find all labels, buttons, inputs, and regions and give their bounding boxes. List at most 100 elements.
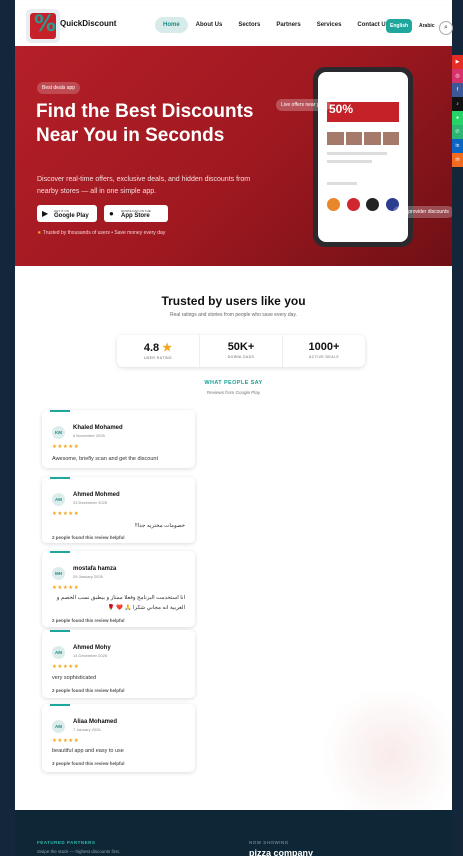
reviewer-name: Ahmed Mohmed	[73, 492, 120, 498]
reviewer-name: Ahmed Mohy	[73, 645, 111, 651]
email-icon[interactable]: ✉	[452, 153, 463, 167]
nav-services[interactable]: Services	[309, 17, 350, 33]
review-date: 23 December 2025	[73, 500, 108, 505]
review-card: MH mostafa hamza 29 January 2026 ★★★★★ ا…	[42, 551, 195, 627]
apple-icon: ●	[109, 209, 114, 218]
reviewer-name: Khaled Mohamed	[73, 425, 123, 431]
what-people-say: WHAT PEOPLE SAY	[204, 380, 263, 386]
stat-deals-value: 1000+	[308, 341, 340, 353]
live-offers-bubble: Live offers near you	[276, 99, 330, 111]
reviewer-name: Aliaa Mohamed	[73, 719, 118, 725]
review-helpful: 3 people found this review helpful	[52, 761, 125, 766]
app-store-label: App Store	[121, 212, 150, 219]
reviewer-name: mostafa hamza	[73, 566, 117, 572]
featured-partners-label: FEATURED PARTNERS	[37, 840, 96, 845]
review-stars: ★★★★★	[52, 444, 80, 450]
review-text: خصومات مختريه جدا!!	[134, 523, 185, 529]
whatsapp-icon[interactable]: ●	[452, 111, 463, 125]
instagram-icon[interactable]: ◎	[452, 69, 463, 83]
review-text: very sophisticated	[52, 675, 97, 681]
lang-arabic-button[interactable]: Arabic	[415, 19, 439, 33]
review-text: beautiful app and easy to use	[52, 748, 124, 754]
review-stars: ★★★★★	[52, 738, 80, 744]
trust-subtitle: Real ratings and stories from people who…	[170, 312, 297, 318]
stat-downloads-label: DOWNLOADS	[227, 355, 255, 359]
google-play-label: Google Play	[54, 212, 89, 219]
review-card: AM Aliaa Mohamed 7 January 2026 ★★★★★ be…	[42, 704, 195, 772]
phone-banner: 50%	[327, 102, 399, 122]
star-icon: ★	[37, 230, 42, 236]
stat-rating-label: USER RATING	[143, 356, 173, 360]
google-play-button[interactable]: ▶ GET IT ON Google Play	[37, 205, 97, 222]
phone-mockup: 50%	[313, 67, 413, 247]
phone-line	[327, 182, 357, 185]
brand-name[interactable]: QuickDiscount	[60, 19, 116, 28]
stat-downloads-value: 50K+	[227, 341, 255, 353]
phone-line	[327, 160, 372, 163]
hero-badge: Best deals app	[37, 82, 81, 94]
avatar: AM	[52, 493, 65, 506]
hero-trust-line: ★ Trusted by thousands of users • Save m…	[37, 230, 165, 236]
review-helpful: 2 people found this review helpful	[52, 688, 125, 693]
nav-about[interactable]: About Us	[188, 17, 231, 33]
stat-rating-value: 4.8	[143, 342, 160, 354]
app-store-button[interactable]: ● DOWNLOAD ON THE App Store	[104, 205, 168, 222]
phone-logos	[327, 198, 399, 211]
linkedin-icon[interactable]: in	[452, 139, 463, 153]
search-button[interactable]: ⌕	[439, 21, 453, 35]
brand-logo[interactable]: %	[26, 9, 60, 43]
review-card: AM Ahmed Mohmed 23 December 2025 ★★★★★ خ…	[42, 477, 195, 543]
avatar: KM	[52, 426, 65, 439]
stat-downloads: 50K+ DOWNLOADS	[200, 335, 283, 367]
star-icon: ★	[162, 342, 173, 354]
partner-name: pizza company	[249, 848, 314, 856]
nav-partners[interactable]: Partners	[268, 17, 308, 33]
review-text: انا استخدمت البرنامج وفعلا ممتاز و بيطبق…	[56, 595, 185, 611]
hero-trust-text: Trusted by thousands of users • Save mon…	[42, 230, 166, 236]
avatar: AM	[52, 720, 65, 733]
review-text: Awesome, briefly scan and get the discou…	[52, 456, 158, 462]
social-sidebar: ▶ ◎ f ♪ ● ✆ in ✉	[452, 55, 463, 167]
review-date: 6 November 2025	[73, 433, 105, 438]
review-stars: ★★★★★	[52, 664, 80, 670]
hero-section: Best deals app Find the Best Discounts N…	[15, 46, 452, 266]
review-date: 29 January 2026	[73, 574, 103, 579]
page: % QuickDiscount Home About Us Sectors Pa…	[15, 0, 452, 856]
review-helpful: 2 people found this review helpful	[52, 535, 125, 540]
top-header: % QuickDiscount Home About Us Sectors Pa…	[15, 6, 452, 46]
stat-rating: 4.8 ★ USER RATING	[117, 335, 200, 367]
avatar: MH	[52, 567, 65, 580]
review-helpful: 2 people found this review helpful	[52, 618, 125, 623]
app-store-small: DOWNLOAD ON THE	[121, 208, 151, 213]
review-stars: ★★★★★	[52, 511, 80, 517]
swipe-hint: Swipe the stack — highest discounts firs…	[37, 849, 121, 854]
stats-card: 4.8 ★ USER RATING 50K+ DOWNLOADS 1000+ ACTI…	[117, 335, 365, 367]
review-date: 14 December 2025	[73, 653, 108, 658]
lang-english-button[interactable]: English	[386, 19, 413, 33]
facebook-icon[interactable]: f	[452, 83, 463, 97]
phone-image-row	[327, 132, 399, 145]
hero-title: Find the Best Discounts Near You in Seco…	[36, 101, 254, 146]
reviews-source: Reviews from Google Play	[206, 390, 261, 395]
phone-icon[interactable]: ✆	[452, 125, 463, 139]
review-card: AM Ahmed Mohy 14 December 2025 ★★★★★ ver…	[42, 630, 195, 698]
main-nav: Home About Us Sectors Partners Services …	[155, 17, 397, 33]
phone-line	[327, 152, 387, 155]
decorative-glow	[315, 690, 452, 820]
nav-sectors[interactable]: Sectors	[230, 17, 268, 33]
search-icon: ⌕	[444, 24, 448, 31]
youtube-icon[interactable]: ▶	[452, 55, 463, 69]
stat-deals: 1000+ ACTIVE DEALS	[283, 335, 365, 367]
review-date: 7 January 2026	[73, 727, 101, 732]
google-play-icon: ▶	[42, 209, 49, 218]
exclusive-discounts-bubble: sive provider discounts	[393, 206, 452, 218]
hero-subtitle: Discover real-time offers, exclusive dea…	[37, 176, 251, 195]
nav-home[interactable]: Home	[155, 17, 188, 33]
review-card: KM Khaled Mohamed 6 November 2025 ★★★★★ …	[42, 410, 195, 468]
partners-footer: FEATURED PARTNERS Swipe the stack — high…	[15, 810, 452, 856]
review-stars: ★★★★★	[52, 585, 80, 591]
tiktok-icon[interactable]: ♪	[452, 97, 463, 111]
stat-deals-label: ACTIVE DEALS	[309, 355, 339, 359]
now-showing-label: NOW SHOWING	[249, 840, 289, 845]
trust-title: Trusted by users like you	[161, 294, 306, 308]
